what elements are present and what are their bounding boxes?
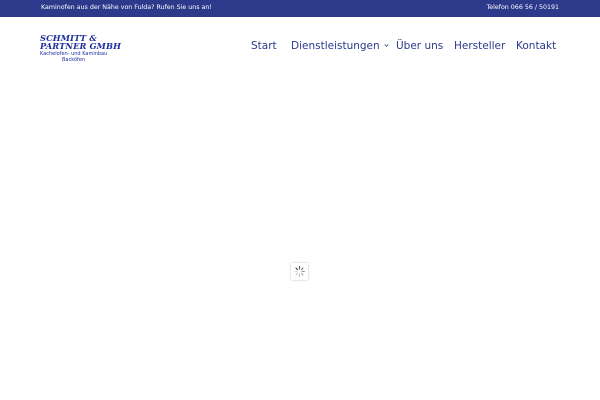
nav-item-hersteller[interactable]: Hersteller <box>454 40 505 52</box>
loading-spinner <box>291 263 308 280</box>
nav-item-label: Dienstleistungen <box>291 40 380 52</box>
nav-item-label: Über uns <box>396 40 444 52</box>
nav-item-label: Start <box>251 40 277 52</box>
spinner-icon <box>293 265 306 278</box>
nav-item-kontakt[interactable]: Kontakt <box>516 40 556 52</box>
top-bar: Kaminofen aus der Nähe von Fulda? Rufen … <box>0 0 600 17</box>
logo-subtagline: Backöfen <box>62 57 86 63</box>
nav-item-label: Kontakt <box>516 40 557 52</box>
chevron-down-icon <box>384 44 389 47</box>
nav-item-ueber-uns[interactable]: Über uns <box>396 40 443 52</box>
nav-item-dienstleistungen[interactable]: Dienstleistungen <box>291 40 389 52</box>
logo-line-2: PARTNER GMBH <box>40 41 122 51</box>
site-logo[interactable]: SCHMITT & PARTNER GMBH Kachelofen- und K… <box>40 34 122 66</box>
top-bar-message: Kaminofen aus der Nähe von Fulda? Rufen … <box>41 4 212 11</box>
top-bar-phone[interactable]: Telefon 066 56 / 50191 <box>486 4 559 11</box>
nav-item-label: Hersteller <box>454 40 506 52</box>
nav-item-start[interactable]: Start <box>251 40 277 52</box>
